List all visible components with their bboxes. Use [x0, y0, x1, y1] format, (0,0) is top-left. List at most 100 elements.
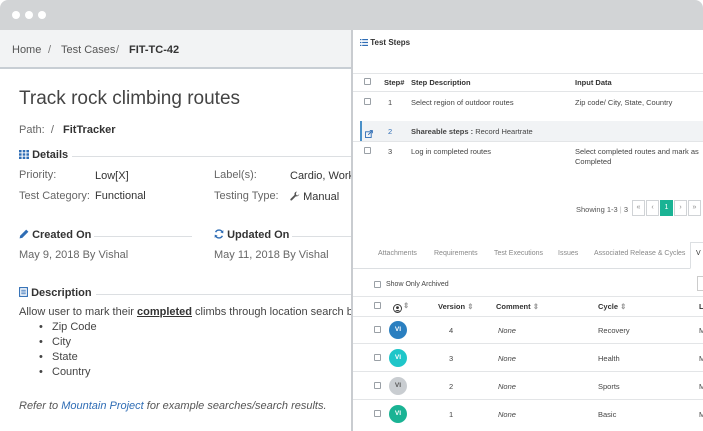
pencil-icon	[19, 229, 32, 241]
table-border	[353, 343, 703, 344]
reference-text: Refer to Mountain Project for example se…	[19, 400, 327, 412]
table-border	[353, 399, 703, 400]
step-input-data: Completed	[575, 157, 612, 166]
tab-associated-release-cycles[interactable]: Associated Release & Cycles	[594, 250, 685, 257]
version-row-checkbox[interactable]	[374, 410, 381, 417]
step-number: 2	[388, 127, 393, 136]
breadcrumb: Home / Test Cases / FIT-TC-42	[0, 30, 352, 69]
test-category-label: Test Category:	[19, 190, 90, 202]
next-page-button[interactable]: ›	[674, 200, 687, 216]
avatar: VI	[389, 321, 407, 339]
tab-attachments[interactable]: Attachments	[378, 250, 417, 257]
version-number: 4	[449, 326, 454, 335]
breadcrumb-test-cases[interactable]: Test Cases	[61, 44, 115, 56]
version-row-checkbox[interactable]	[374, 326, 381, 333]
tab-versions-active[interactable]: V	[690, 242, 703, 269]
tab-versions-label: V	[696, 250, 701, 257]
version-header[interactable]: Version ⇕	[438, 302, 474, 311]
version-comment: None	[498, 326, 516, 335]
test-case-detail-pane: Home / Test Cases / FIT-TC-42 Track rock…	[0, 30, 352, 431]
section-divider	[96, 294, 352, 295]
page-1-button[interactable]: 1	[660, 200, 673, 216]
test-steps-heading: Test Steps	[360, 38, 410, 47]
version-extra: M	[699, 354, 703, 363]
testing-type-value: Manual	[290, 191, 339, 203]
step-row-checkbox[interactable]	[364, 147, 371, 154]
version-cycle: Recovery	[598, 326, 630, 335]
show-only-archived-label: Show Only Archived	[386, 281, 449, 288]
list-item: State	[39, 351, 97, 366]
avatar: VI	[389, 349, 407, 367]
prev-page-button[interactable]: ‹	[646, 200, 659, 216]
path-value[interactable]: FitTracker	[63, 124, 116, 136]
window-minimize-dot[interactable]	[25, 11, 33, 19]
tab-requirements[interactable]: Requirements	[434, 250, 478, 257]
step-row-checkbox[interactable]	[364, 98, 371, 105]
sort-icon[interactable]: ⇕	[403, 301, 409, 310]
breadcrumb-home[interactable]: Home	[12, 44, 41, 56]
show-only-archived-checkbox[interactable]	[374, 281, 381, 288]
description-heading: Description	[19, 287, 92, 299]
details-heading: Details	[19, 149, 68, 161]
tab-test-executions[interactable]: Test Executions	[494, 250, 543, 257]
version-row-checkbox[interactable]	[374, 354, 381, 361]
grid-icon	[19, 149, 32, 161]
breadcrumb-current: FIT-TC-42	[129, 44, 180, 56]
version-number: 1	[449, 410, 454, 419]
cycle-header[interactable]: Cycle ⇕	[598, 302, 626, 311]
section-divider	[292, 236, 352, 237]
version-number: 3	[449, 354, 454, 363]
step-description-header[interactable]: Step Description	[411, 78, 471, 87]
priority-value: Low[X]	[95, 170, 129, 182]
priority-label: Priority:	[19, 169, 57, 181]
extra-header-partial[interactable]: L	[699, 302, 703, 311]
tab-issues[interactable]: Issues	[558, 250, 578, 257]
breadcrumb-separator: /	[48, 44, 52, 56]
updated-on-heading: Updated On	[214, 229, 289, 241]
step-description: Log in completed routes	[411, 147, 492, 156]
breadcrumb-separator: /	[116, 44, 120, 56]
labels-value: Cardio, Work	[290, 170, 352, 182]
table-border	[353, 371, 703, 372]
version-extra: M	[699, 326, 703, 335]
created-on-heading: Created On	[19, 229, 91, 241]
select-all-steps-checkbox[interactable]	[364, 78, 371, 85]
version-cycle: Basic	[598, 410, 617, 419]
document-icon	[19, 287, 31, 299]
list-item: City	[39, 336, 97, 351]
version-row-checkbox[interactable]	[374, 382, 381, 389]
step-description: Shareable steps : Record Heartrate	[411, 127, 533, 136]
list-icon	[360, 38, 370, 47]
list-item: Country	[39, 366, 97, 381]
table-border	[353, 296, 703, 297]
table-border	[353, 316, 703, 317]
list-item: Zip Code	[39, 321, 97, 336]
toolbar-button-partial[interactable]	[697, 276, 703, 291]
version-cycle: Sports	[598, 382, 620, 391]
select-all-versions-checkbox[interactable]	[374, 302, 381, 309]
section-divider	[94, 236, 192, 237]
step-description: Select region of outdoor routes	[411, 98, 514, 107]
step-number-header[interactable]: Step#	[384, 78, 404, 87]
section-divider	[72, 156, 352, 157]
version-number: 2	[449, 382, 454, 391]
page-title: Track rock climbing routes	[19, 88, 241, 109]
table-border	[353, 141, 703, 142]
input-data-header[interactable]: Input Data	[575, 78, 612, 87]
window-maximize-dot[interactable]	[38, 11, 46, 19]
tab-bar	[353, 268, 703, 269]
version-extra: M	[699, 382, 703, 391]
created-on-value: May 9, 2018 By Vishal	[19, 249, 129, 261]
description-text: Allow user to mark their completed climb…	[19, 306, 352, 318]
refresh-icon	[214, 229, 227, 241]
testing-type-label: Testing Type:	[214, 190, 279, 202]
updated-on-value: May 11, 2018 By Vishal	[214, 249, 329, 261]
first-page-button[interactable]: «	[632, 200, 645, 216]
comment-header[interactable]: Comment ⇕	[496, 302, 539, 311]
version-comment: None	[498, 382, 516, 391]
table-border	[353, 73, 703, 74]
step-input-data: Select completed routes and mark as	[575, 147, 699, 156]
last-page-button[interactable]: »	[688, 200, 701, 216]
window-close-dot[interactable]	[12, 11, 20, 19]
mountain-project-link[interactable]: Mountain Project	[61, 400, 144, 412]
